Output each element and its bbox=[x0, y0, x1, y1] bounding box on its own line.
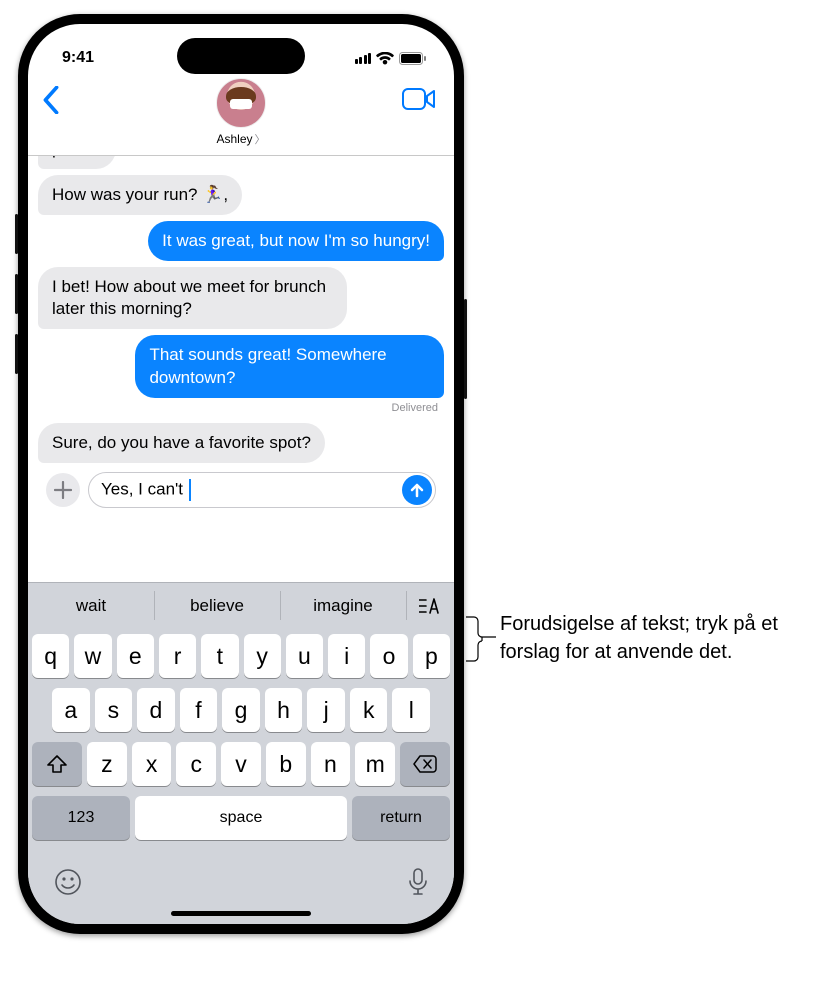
key-l[interactable]: l bbox=[392, 688, 430, 732]
video-icon bbox=[402, 88, 436, 110]
avatar bbox=[216, 78, 266, 128]
message-incoming[interactable]: How was your run? 🏃‍♀️, bbox=[38, 175, 242, 215]
prediction-1[interactable]: believe bbox=[154, 583, 280, 628]
chevron-right-icon: 〉 bbox=[255, 131, 266, 147]
backspace-key[interactable] bbox=[400, 742, 450, 786]
key-r[interactable]: r bbox=[159, 634, 196, 678]
keyboard-footer bbox=[32, 850, 450, 905]
facetime-button[interactable] bbox=[398, 80, 440, 123]
screen: 9:41 Ashley 〉 plaza? bbox=[28, 24, 454, 924]
arrow-up-icon bbox=[409, 482, 425, 498]
key-b[interactable]: b bbox=[266, 742, 306, 786]
key-m[interactable]: m bbox=[355, 742, 395, 786]
shift-icon bbox=[47, 755, 67, 773]
emoji-button[interactable] bbox=[54, 868, 82, 901]
predictive-bar: wait believe imagine bbox=[28, 582, 454, 628]
return-key[interactable]: return bbox=[352, 796, 450, 840]
callout-text: Forudsigelse af tekst; tryk på et forsla… bbox=[500, 610, 800, 666]
prediction-2[interactable]: imagine bbox=[280, 583, 406, 628]
plus-icon bbox=[54, 481, 72, 499]
keyboard-row-3: zxcvbnm bbox=[32, 742, 450, 786]
chevron-left-icon bbox=[42, 86, 60, 114]
wifi-icon bbox=[376, 52, 394, 65]
message-incoming[interactable]: plaza? bbox=[38, 156, 116, 169]
dynamic-island bbox=[177, 38, 305, 74]
key-h[interactable]: h bbox=[265, 688, 303, 732]
numbers-key[interactable]: 123 bbox=[32, 796, 130, 840]
key-y[interactable]: y bbox=[244, 634, 281, 678]
key-v[interactable]: v bbox=[221, 742, 261, 786]
key-f[interactable]: f bbox=[180, 688, 218, 732]
backspace-icon bbox=[413, 755, 437, 773]
contact-header[interactable]: Ashley 〉 bbox=[216, 78, 266, 148]
back-button[interactable] bbox=[34, 80, 68, 125]
home-indicator[interactable] bbox=[171, 911, 311, 916]
nav-bar: Ashley 〉 bbox=[28, 78, 454, 156]
key-p[interactable]: p bbox=[413, 634, 450, 678]
key-s[interactable]: s bbox=[95, 688, 133, 732]
cellular-icon bbox=[355, 52, 372, 64]
key-k[interactable]: k bbox=[350, 688, 388, 732]
space-key[interactable]: space bbox=[135, 796, 347, 840]
keyboard-row-4: 123 space return bbox=[32, 796, 450, 840]
compose-row: Yes, I can't bbox=[38, 466, 444, 518]
shift-key[interactable] bbox=[32, 742, 82, 786]
key-d[interactable]: d bbox=[137, 688, 175, 732]
status-right bbox=[355, 52, 427, 65]
send-button[interactable] bbox=[402, 475, 432, 505]
delivered-status: Delivered bbox=[38, 401, 444, 420]
battery-icon bbox=[399, 52, 426, 65]
key-t[interactable]: t bbox=[201, 634, 238, 678]
key-j[interactable]: j bbox=[307, 688, 345, 732]
contact-name: Ashley bbox=[216, 132, 252, 146]
prediction-0[interactable]: wait bbox=[28, 583, 154, 628]
text-format-button[interactable] bbox=[406, 583, 454, 628]
keyboard: qwertyuiop asdfghjkl zxcvbnm 123 space r… bbox=[28, 628, 454, 924]
mic-icon bbox=[408, 868, 428, 896]
emoji-icon bbox=[54, 868, 82, 896]
key-c[interactable]: c bbox=[176, 742, 216, 786]
message-incoming[interactable]: I bet! How about we meet for brunch late… bbox=[38, 267, 347, 329]
key-u[interactable]: u bbox=[286, 634, 323, 678]
text-format-icon bbox=[419, 597, 441, 615]
key-e[interactable]: e bbox=[117, 634, 154, 678]
key-w[interactable]: w bbox=[74, 634, 111, 678]
key-g[interactable]: g bbox=[222, 688, 260, 732]
key-i[interactable]: i bbox=[328, 634, 365, 678]
message-outgoing[interactable]: It was great, but now I'm so hungry! bbox=[148, 221, 444, 261]
compose-field[interactable]: Yes, I can't bbox=[88, 472, 436, 508]
key-n[interactable]: n bbox=[311, 742, 351, 786]
key-x[interactable]: x bbox=[132, 742, 172, 786]
key-o[interactable]: o bbox=[370, 634, 407, 678]
key-z[interactable]: z bbox=[87, 742, 127, 786]
keyboard-row-1: qwertyuiop bbox=[32, 634, 450, 678]
dictation-button[interactable] bbox=[408, 868, 428, 901]
key-a[interactable]: a bbox=[52, 688, 90, 732]
message-incoming[interactable]: Sure, do you have a favorite spot? bbox=[38, 423, 325, 463]
message-outgoing[interactable]: That sounds great! Somewhere downtown? bbox=[135, 335, 444, 397]
conversation[interactable]: plaza? How was your run? 🏃‍♀️, It was gr… bbox=[28, 156, 454, 582]
compose-text: Yes, I can't bbox=[101, 479, 402, 501]
status-time: 9:41 bbox=[62, 49, 94, 67]
keyboard-row-2: asdfghjkl bbox=[32, 688, 450, 732]
key-q[interactable]: q bbox=[32, 634, 69, 678]
attach-button[interactable] bbox=[46, 473, 80, 507]
callout-bracket bbox=[466, 615, 496, 663]
iphone-frame: 9:41 Ashley 〉 plaza? bbox=[18, 14, 464, 934]
